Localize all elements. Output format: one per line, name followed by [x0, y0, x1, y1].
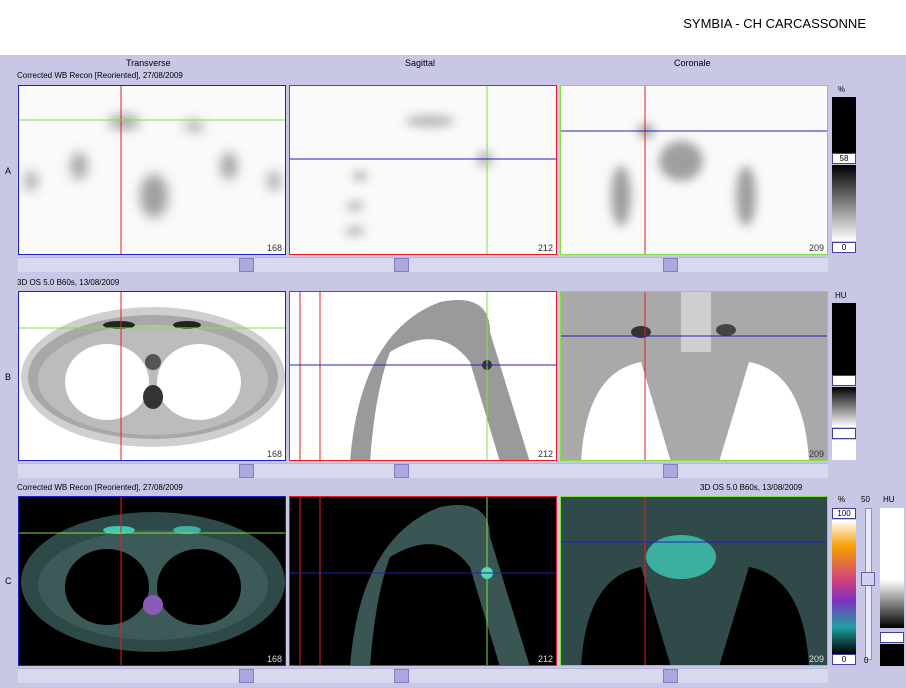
scroll-thumb-transverse[interactable]: [239, 464, 254, 478]
ct-transverse-view[interactable]: 168: [18, 291, 286, 461]
scale-max-value[interactable]: 100: [832, 508, 856, 519]
scroll-thumb-coronale[interactable]: [663, 464, 678, 478]
pet-sagittal-view[interactable]: 212: [289, 85, 557, 255]
fusion-sagittal-view[interactable]: 212: [289, 496, 557, 666]
row-c-ct-scale: HU: [880, 495, 904, 666]
slice-number: 212: [537, 243, 553, 253]
window-min-value: 0: [864, 656, 869, 665]
row-b-scale: HU: [832, 291, 856, 461]
row-c-series-info-left: Corrected WB Recon [Reoriented], 27/08/2…: [17, 483, 183, 492]
slice-number: 168: [266, 243, 282, 253]
scale-unit: %: [838, 85, 846, 94]
slice-number: 209: [808, 243, 824, 253]
row-label-c: C: [5, 576, 12, 586]
scroll-thumb-sagittal[interactable]: [394, 464, 409, 478]
window-value: 50: [861, 495, 870, 504]
scale-min-value[interactable]: 0: [832, 654, 856, 665]
slice-number: 168: [266, 449, 282, 459]
scroll-thumb-transverse[interactable]: [239, 669, 254, 683]
header-bar: SYMBIA - CH CARCASSONNE: [0, 0, 906, 55]
column-label-coronale: Coronale: [674, 58, 711, 68]
scale-window-value[interactable]: 58: [832, 153, 856, 164]
fusion-coronale-view[interactable]: 209: [560, 496, 828, 666]
scroll-thumb-coronale[interactable]: [663, 669, 678, 683]
row-a-scale: % 58 0: [832, 85, 856, 255]
scroll-thumb-sagittal[interactable]: [394, 258, 409, 272]
row-b-scrollbar[interactable]: [18, 463, 828, 478]
row-b-series-info: 3D OS 5.0 B60s, 13/08/2009: [17, 278, 120, 287]
row-c-window-slider[interactable]: 50 0: [858, 495, 878, 666]
column-label-sagittal: Sagittal: [405, 58, 436, 68]
scale-min-value[interactable]: 0: [832, 242, 856, 253]
institution-title: SYMBIA - CH CARCASSONNE: [683, 16, 866, 31]
window-slider-thumb[interactable]: [861, 572, 875, 586]
scale-unit-hu: HU: [883, 495, 895, 504]
ct-coronale-view[interactable]: 209: [560, 291, 828, 461]
ct-sagittal-view[interactable]: 212: [289, 291, 557, 461]
row-c-scrollbar[interactable]: [18, 668, 828, 683]
slice-number: 212: [537, 654, 553, 664]
pet-coronale-view[interactable]: 209: [560, 85, 828, 255]
column-label-transverse: Transverse: [126, 58, 171, 68]
slice-number: 212: [537, 449, 553, 459]
slice-number: 168: [266, 654, 282, 664]
scale-window-handle[interactable]: [832, 375, 856, 386]
row-c-pet-scale: % 100 0: [832, 495, 856, 666]
row-label-b: B: [5, 372, 12, 382]
slice-number: 209: [808, 449, 824, 459]
pet-transverse-view[interactable]: 168: [18, 85, 286, 255]
row-a-scrollbar[interactable]: [18, 257, 828, 272]
row-a-series-info: Corrected WB Recon [Reoriented], 27/08/2…: [17, 71, 183, 80]
ct-scale-handle[interactable]: [880, 632, 904, 643]
scroll-thumb-transverse[interactable]: [239, 258, 254, 272]
scroll-thumb-sagittal[interactable]: [394, 669, 409, 683]
row-label-a: A: [5, 166, 12, 176]
row-c-series-info-right: 3D OS 5.0 B60s, 13/08/2009: [700, 483, 803, 492]
fusion-transverse-view[interactable]: 168: [18, 496, 286, 666]
slice-number: 209: [808, 654, 824, 664]
scale-min-handle[interactable]: [832, 428, 856, 439]
scale-unit: %: [838, 495, 846, 504]
scroll-thumb-coronale[interactable]: [663, 258, 678, 272]
scale-unit: HU: [835, 291, 847, 300]
